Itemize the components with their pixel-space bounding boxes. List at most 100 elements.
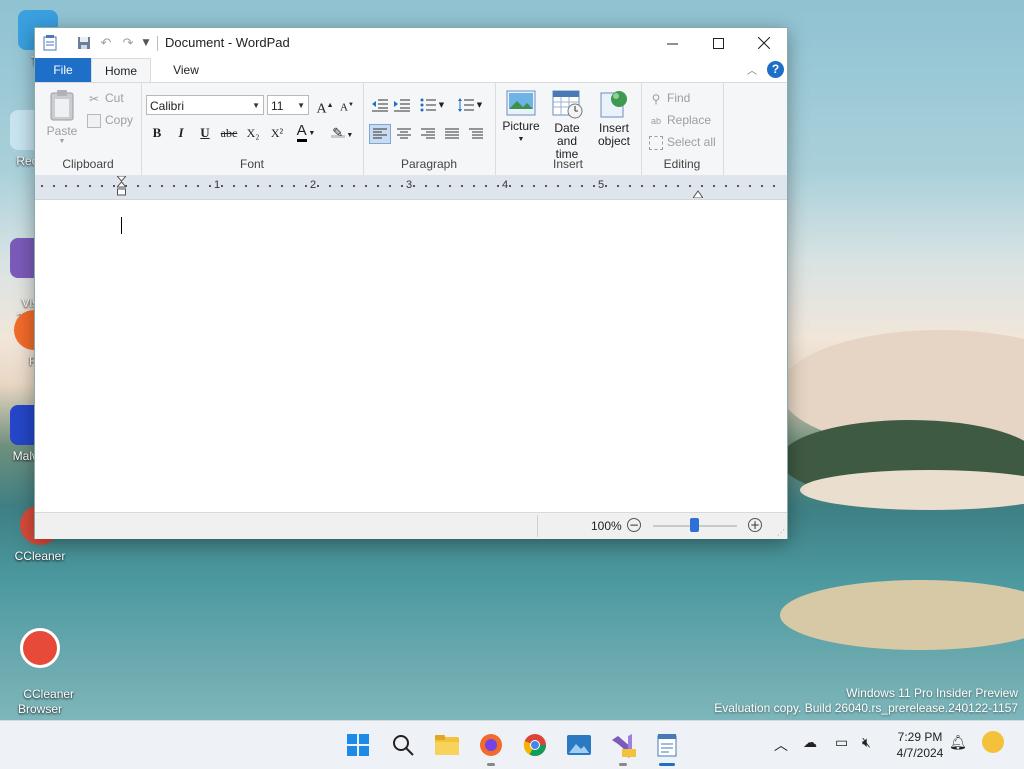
- folder-icon: [435, 735, 459, 755]
- ruler-tick: [677, 185, 679, 187]
- grow-font-button[interactable]: A▲: [315, 95, 335, 117]
- line-spacing-icon: [457, 98, 474, 112]
- search-button[interactable]: [389, 731, 417, 759]
- grass-island: [780, 580, 1024, 650]
- tab-file[interactable]: File: [35, 58, 91, 82]
- picture-button[interactable]: Picture ▼: [501, 89, 541, 146]
- wordpad-taskbar-button[interactable]: [653, 731, 681, 759]
- paste-button[interactable]: Paste ▼: [45, 89, 79, 145]
- insider-badge-icon[interactable]: [982, 731, 1004, 753]
- help-button[interactable]: ?: [767, 61, 784, 78]
- cloud-offline-icon[interactable]: ☁: [803, 735, 817, 751]
- zoom-slider-thumb[interactable]: [690, 518, 699, 532]
- picture-label: Picture: [502, 119, 540, 133]
- find-button[interactable]: ⚲ Find: [649, 91, 691, 106]
- close-icon: [758, 37, 770, 49]
- ruler-tick: [773, 185, 775, 187]
- running-indicator: [487, 763, 495, 766]
- volume-muted-icon[interactable]: 🔇︎: [862, 735, 871, 751]
- tab-view[interactable]: View: [161, 58, 211, 82]
- paragraph-button[interactable]: [465, 124, 487, 144]
- font-group-label: Font: [239, 157, 264, 171]
- increase-indent-button[interactable]: [391, 95, 413, 115]
- font-group: Calibri ▼ 11 ▼ A▲ A▼ B I U abc X₂ X² A ▼…: [141, 83, 364, 175]
- italic-button[interactable]: I: [171, 123, 191, 143]
- paragraph-group: ▼ ▼ Paragraph: [363, 83, 496, 175]
- select-all-button[interactable]: Select all: [649, 135, 716, 150]
- ruler-tick: [329, 185, 331, 187]
- highlighter-icon: ✎: [330, 125, 345, 140]
- insert-object-label-2: object: [597, 134, 631, 148]
- network-icon[interactable]: ▭: [835, 735, 848, 751]
- justify-button[interactable]: [441, 124, 463, 144]
- visual-studio-taskbar-button[interactable]: [609, 731, 637, 759]
- strikethrough-button[interactable]: abc: [219, 123, 239, 143]
- underline-button[interactable]: U: [195, 123, 215, 143]
- ruler-right-margin-marker[interactable]: [692, 187, 704, 201]
- date-time-button[interactable]: Date and time: [543, 89, 591, 161]
- customize-qat-icon[interactable]: ▼: [137, 34, 155, 52]
- shrink-font-button[interactable]: A▼: [337, 95, 357, 115]
- text-color-button[interactable]: A ▼: [291, 121, 321, 142]
- ruler-tick: [725, 185, 727, 187]
- clock[interactable]: 7:29 PM 4/7/2024: [882, 729, 958, 761]
- save-icon[interactable]: [75, 34, 93, 52]
- superscript-button[interactable]: X²: [267, 123, 287, 143]
- ruler-tick: [485, 185, 487, 187]
- copy-button[interactable]: Copy: [87, 113, 133, 128]
- font-family-select[interactable]: Calibri ▼: [146, 95, 264, 115]
- decrease-indent-button[interactable]: [369, 95, 391, 115]
- align-center-button[interactable]: [393, 124, 415, 144]
- ccleaner-browser-icon: [20, 628, 60, 668]
- start-button[interactable]: [344, 731, 372, 759]
- text-caret: [121, 217, 122, 234]
- subscript-button[interactable]: X₂: [243, 123, 263, 143]
- chrome-taskbar-button[interactable]: [521, 731, 549, 759]
- ruler[interactable]: 1 2 3 4 5: [35, 175, 787, 200]
- tab-home[interactable]: Home: [91, 58, 151, 83]
- date-time-label-1: Date and: [554, 121, 580, 148]
- zoom-in-button[interactable]: +: [748, 518, 762, 532]
- picture-icon: [506, 90, 536, 116]
- status-divider: [537, 515, 538, 537]
- resize-grip-icon[interactable]: ⋰: [777, 528, 785, 537]
- zoom-out-button[interactable]: −: [627, 518, 641, 532]
- file-explorer-button[interactable]: [433, 731, 461, 759]
- replace-button[interactable]: ab Replace: [649, 113, 711, 128]
- replace-icon: ab: [650, 115, 661, 126]
- ruler-tick: [317, 185, 319, 187]
- wordpad-app-icon[interactable]: [41, 34, 59, 52]
- title-separator: [157, 36, 158, 51]
- minimize-ribbon-icon[interactable]: ︿: [747, 62, 757, 77]
- line-spacing-button[interactable]: ▼: [455, 95, 485, 115]
- bold-button[interactable]: B: [147, 123, 167, 143]
- desktop-icon-ccleaner-browser[interactable]: CCleaner Browser: [10, 598, 74, 732]
- maximize-button[interactable]: [695, 28, 741, 58]
- undo-icon[interactable]: ↶: [97, 34, 115, 52]
- minimize-button[interactable]: [649, 28, 695, 58]
- align-left-icon: [373, 128, 387, 139]
- paragraph-settings-icon: [469, 128, 483, 139]
- ruler-tick: [545, 185, 547, 187]
- align-right-button[interactable]: [417, 124, 439, 144]
- highlight-color-button[interactable]: ✎ ▼: [327, 123, 357, 143]
- cut-button[interactable]: ✂ Cut: [87, 91, 124, 106]
- notification-bell-icon[interactable]: 🔔︎: [949, 735, 967, 751]
- text-color-icon: A: [296, 122, 307, 142]
- redo-icon[interactable]: ↷: [119, 34, 137, 52]
- photos-taskbar-button[interactable]: [565, 731, 593, 759]
- document-editor[interactable]: [35, 200, 787, 512]
- title-bar[interactable]: ↶ ↷ ▼ Document - WordPad: [35, 28, 787, 58]
- running-indicator: [619, 763, 627, 766]
- ruler-tick: [365, 185, 367, 187]
- align-left-button[interactable]: [369, 124, 391, 144]
- clock-date: 4/7/2024: [896, 746, 944, 760]
- photos-icon: [567, 735, 591, 755]
- font-size-select[interactable]: 11 ▼: [267, 95, 309, 115]
- firefox-taskbar-button[interactable]: [477, 731, 505, 759]
- insert-object-button[interactable]: Insert object: [593, 89, 635, 148]
- bullets-button[interactable]: ▼: [417, 95, 447, 115]
- show-hidden-icons-button[interactable]: ︿: [774, 735, 788, 755]
- close-button[interactable]: [741, 28, 787, 58]
- ruler-tick: [149, 185, 151, 187]
